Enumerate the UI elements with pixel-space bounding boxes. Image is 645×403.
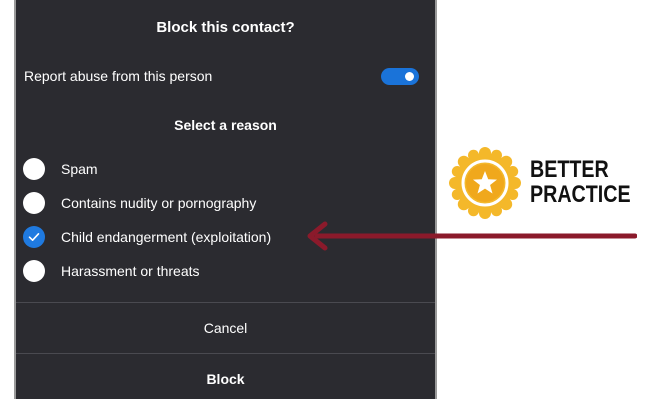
block-button[interactable]: Block bbox=[16, 355, 435, 403]
radio-button[interactable] bbox=[23, 192, 45, 214]
reason-label: Contains nudity or pornography bbox=[61, 195, 257, 211]
better-practice-label: BETTER PRACTICE bbox=[530, 157, 631, 207]
reason-label: Child endangerment (exploitation) bbox=[61, 229, 272, 245]
reason-label: Harassment or threats bbox=[61, 263, 200, 279]
checkmark-icon bbox=[28, 233, 40, 241]
dialog-title: Block this contact? bbox=[156, 19, 295, 36]
report-abuse-label: Report abuse from this person bbox=[24, 68, 213, 84]
divider bbox=[16, 302, 435, 303]
block-contact-dialog: Block this contact? Report abuse from th… bbox=[14, 0, 437, 399]
radio-button[interactable] bbox=[23, 260, 45, 282]
cancel-button[interactable]: Cancel bbox=[16, 304, 435, 352]
report-abuse-toggle[interactable] bbox=[381, 67, 419, 85]
toggle-knob bbox=[405, 71, 414, 81]
reason-heading: Select a reason bbox=[174, 117, 277, 133]
report-abuse-row: Report abuse from this person bbox=[24, 64, 419, 88]
arrow-left-icon bbox=[307, 221, 637, 251]
badge-line-2: PRACTICE bbox=[530, 181, 631, 208]
star-icon bbox=[449, 147, 521, 219]
reason-label: Spam bbox=[61, 161, 98, 177]
divider bbox=[16, 353, 435, 354]
radio-button[interactable] bbox=[23, 158, 45, 180]
reason-option-spam[interactable]: Spam bbox=[23, 152, 423, 186]
reason-option-harassment[interactable]: Harassment or threats bbox=[23, 254, 423, 288]
badge-line-1: BETTER bbox=[530, 156, 609, 183]
reason-option-nudity[interactable]: Contains nudity or pornography bbox=[23, 186, 423, 220]
radio-button-checked[interactable] bbox=[23, 226, 45, 248]
